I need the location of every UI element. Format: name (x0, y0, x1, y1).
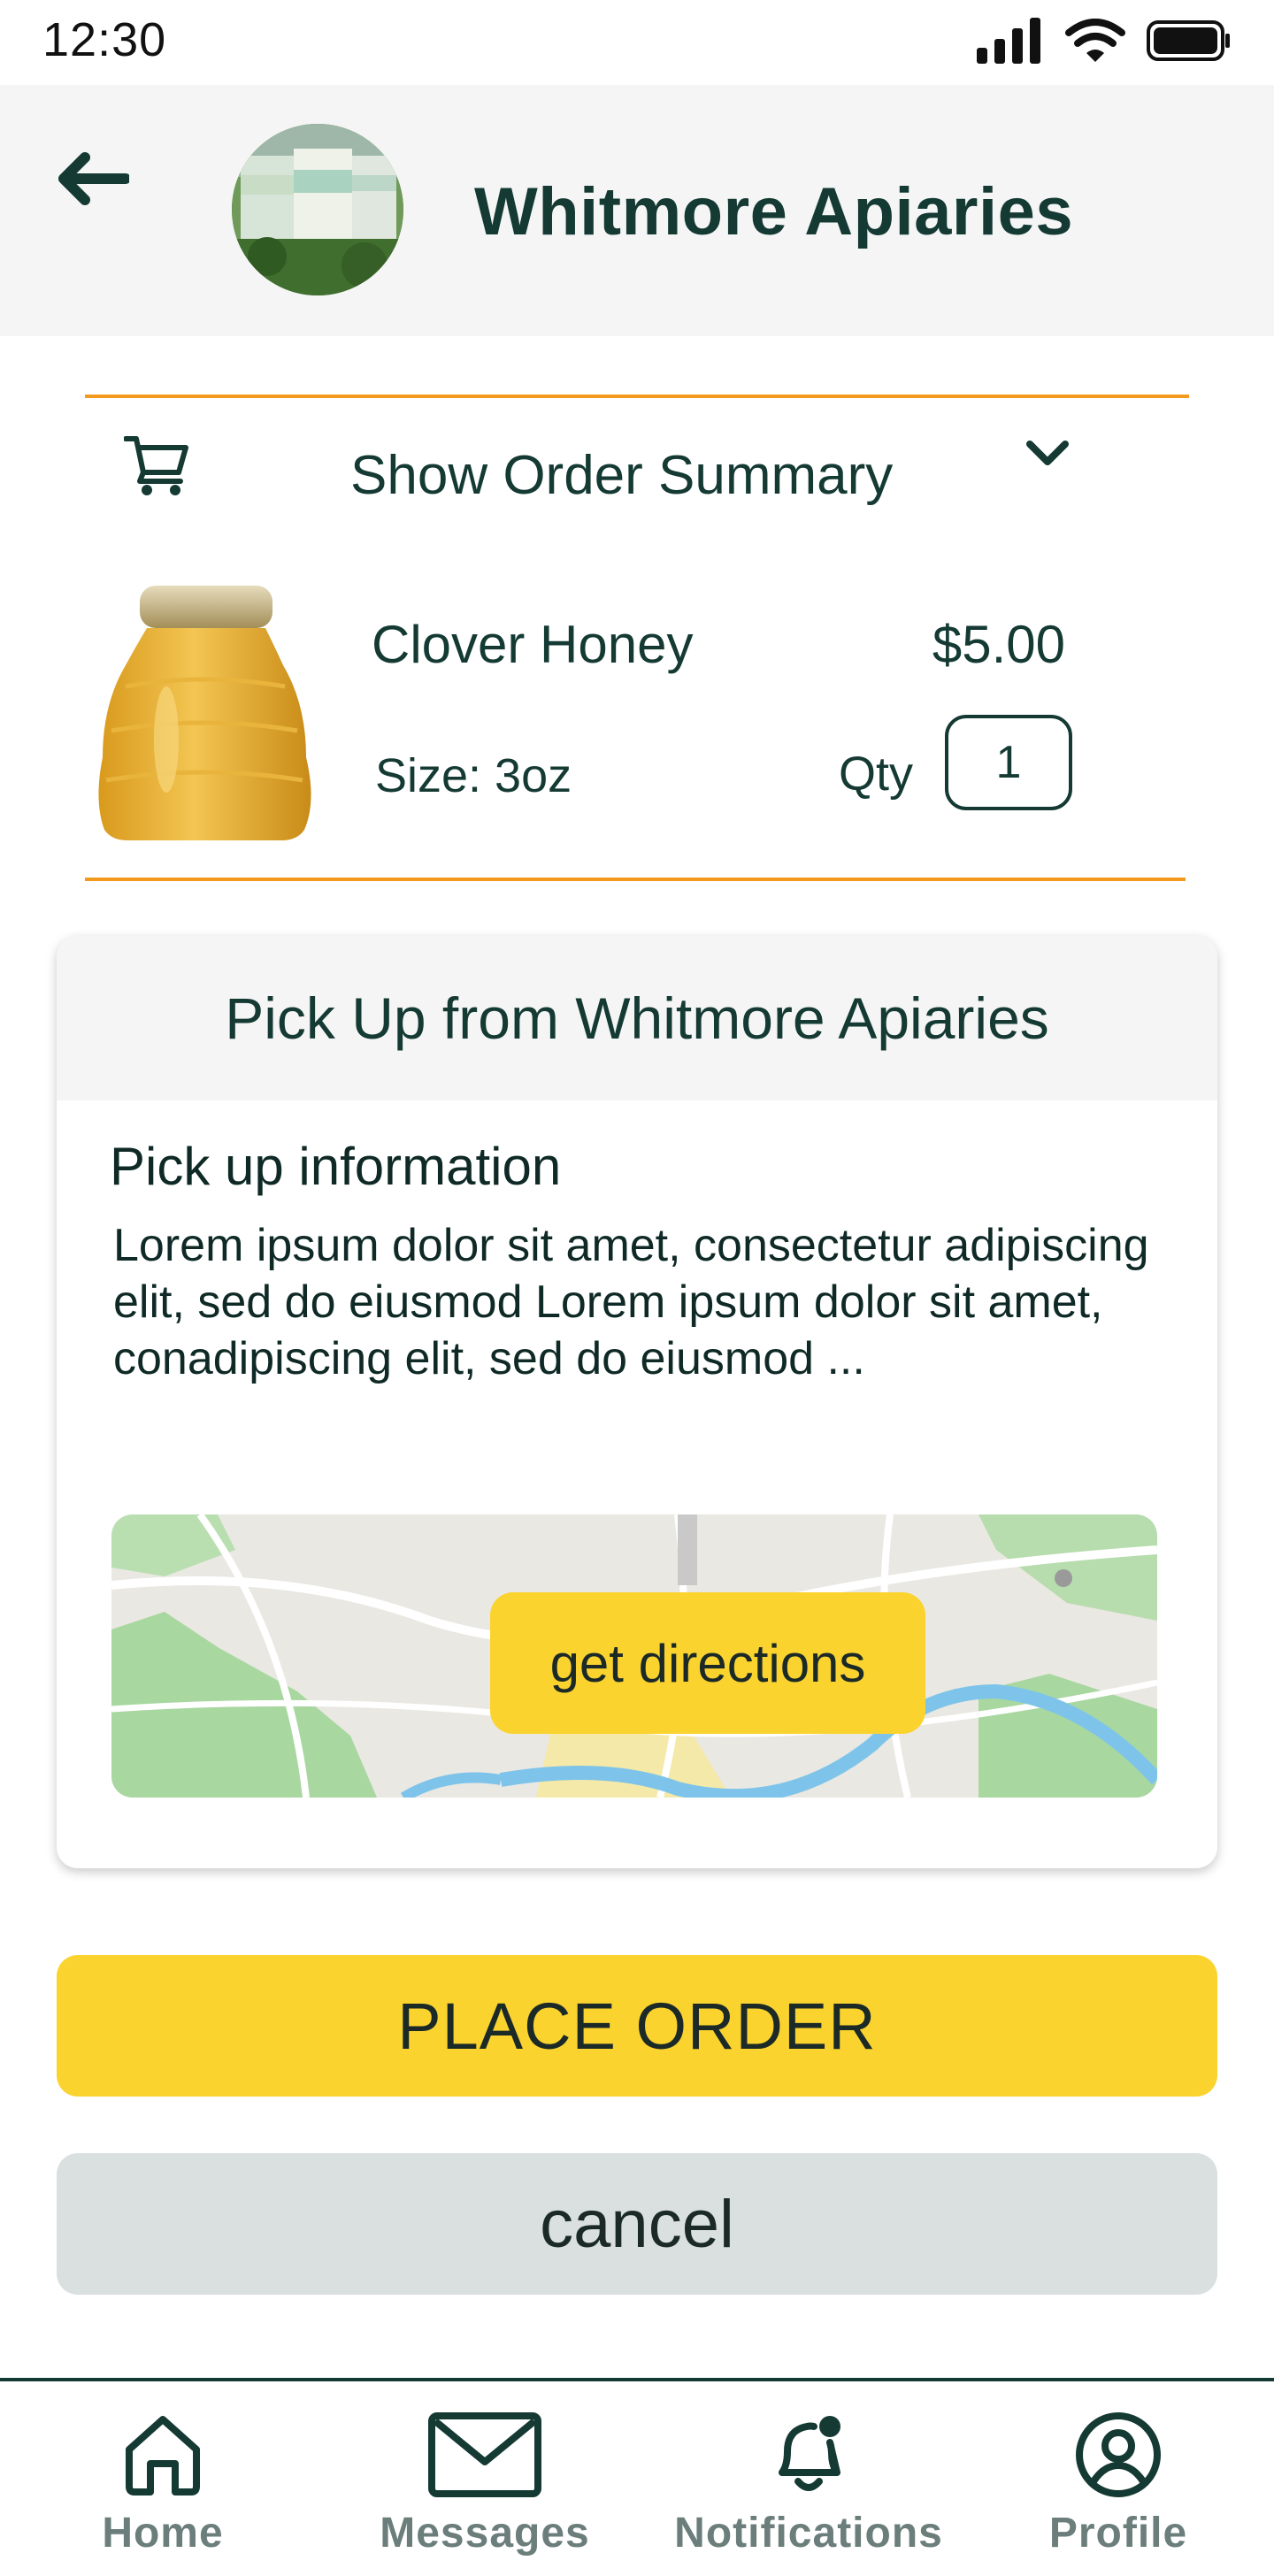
wifi-icon (1065, 19, 1125, 67)
nav-item-messages[interactable]: Messages (352, 2406, 618, 2565)
store-avatar (232, 124, 403, 295)
nav-label-messages: Messages (380, 2510, 590, 2557)
pickup-card: Pick Up from Whitmore Apiaries Pick up i… (57, 936, 1217, 1868)
product-image (85, 580, 324, 846)
signal-icon (977, 18, 1044, 68)
bell-icon (764, 2406, 853, 2503)
product-name: Clover Honey (372, 615, 694, 674)
qty-label: Qty (839, 748, 914, 801)
order-summary-label: Show Order Summary (350, 445, 894, 506)
user-icon (1074, 2406, 1163, 2503)
app-header: Whitmore Apiaries (0, 85, 1274, 336)
map-preview[interactable]: get directions (111, 1514, 1157, 1798)
nav-label-home: Home (102, 2510, 224, 2557)
nav-item-home[interactable]: Home (30, 2406, 295, 2565)
back-button[interactable] (50, 138, 134, 223)
status-bar: 12:30 (0, 0, 1274, 85)
status-time: 12:30 (42, 13, 167, 66)
pickup-card-header: Pick Up from Whitmore Apiaries (57, 936, 1217, 1100)
store-title: Whitmore Apiaries (474, 174, 1074, 249)
battery-icon (1147, 19, 1232, 67)
product-size: Size: 3oz (375, 749, 572, 802)
place-order-button[interactable]: PLACE ORDER (57, 1955, 1217, 2097)
qty-input[interactable]: 1 (945, 715, 1072, 810)
nav-label-notifications: Notifications (674, 2510, 943, 2557)
status-icons (977, 18, 1232, 68)
cancel-button[interactable]: cancel (57, 2153, 1217, 2295)
mail-icon (428, 2406, 541, 2503)
cart-icon (123, 433, 191, 502)
product-price: $5.00 (932, 615, 1065, 674)
get-directions-button[interactable]: get directions (490, 1592, 925, 1734)
home-icon (120, 2406, 205, 2503)
nav-item-profile[interactable]: Profile (986, 2406, 1251, 2565)
pickup-title: Pick Up from Whitmore Apiaries (225, 985, 1049, 1051)
pickup-info-text: Lorem ipsum dolor sit amet, consectetur … (113, 1220, 1149, 1384)
pickup-info-title: Pick up information (110, 1137, 562, 1196)
order-summary-toggle[interactable]: Show Order Summary (85, 398, 1186, 540)
chevron-down-icon (1025, 435, 1071, 475)
bottom-nav: Home Messages Notifications Profile (0, 2378, 1274, 2576)
nav-label-profile: Profile (1048, 2510, 1188, 2557)
arrow-left-icon (55, 150, 131, 211)
summary-bottom-divider (85, 878, 1186, 881)
nav-item-notifications[interactable]: Notifications (674, 2406, 943, 2565)
